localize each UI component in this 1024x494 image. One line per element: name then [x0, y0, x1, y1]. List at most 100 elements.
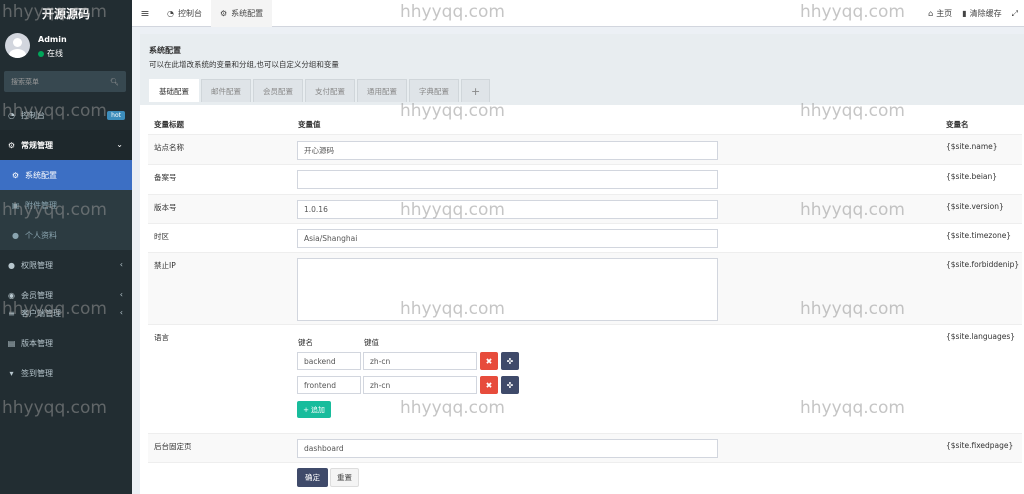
logo[interactable]: 开源源码 [0, 0, 132, 27]
trash-icon: ▮ [962, 9, 967, 18]
tab-payment[interactable]: 支付配置 [305, 79, 355, 102]
page-title: 系统配置 [149, 46, 181, 55]
row-title: 后台固定页 [154, 442, 192, 451]
table-row: 禁止IP {$site.forbiddenip} [148, 252, 1022, 324]
cogs-icon: ⚙ [7, 140, 16, 150]
home-label: 主页 [936, 9, 953, 18]
tab-email[interactable]: 邮件配置 [201, 79, 251, 102]
user-name: Admin [38, 35, 67, 44]
sidebar-item-general[interactable]: ⚙ 常规管理 ⌄ [0, 130, 132, 160]
reset-button[interactable]: 重置 [330, 468, 359, 487]
submit-button[interactable]: 确定 [297, 468, 328, 487]
sidebar-item-label: 签到管理 [21, 368, 53, 378]
user-status-label: 在线 [47, 49, 63, 58]
beian-input[interactable] [297, 170, 718, 189]
sidebar-item-clients[interactable]: ≡ 客户端管理 ‹ [0, 298, 132, 328]
tab-member[interactable]: 会员配置 [253, 79, 303, 102]
tab-label: 系统配置 [231, 8, 264, 18]
sidebar-item-dashboard[interactable]: ◔ 控制台 hot [0, 100, 132, 130]
row-title: 版本号 [154, 203, 177, 212]
sidebar-item-label: 版本管理 [21, 338, 53, 348]
row-title: 时区 [154, 232, 169, 241]
sidebar-item-label: 系统配置 [25, 170, 57, 180]
sidebar-item-system-config[interactable]: ⚙ 系统配置 [0, 160, 132, 190]
file-icon: ▤ [7, 338, 16, 348]
table-row: 备案号 {$site.beian} [148, 164, 1022, 194]
sidebar-item-profile[interactable]: ● 个人资料 [0, 220, 132, 250]
clear-cache-button[interactable]: ▮ 清除缓存 [962, 8, 1001, 19]
drag-icon[interactable]: ✜ [501, 376, 519, 394]
topbar: ≡ ◔ 控制台 ⚙ 系统配置 ⌂ 主页 ▮ 清除缓存 ⤢ [132, 0, 1024, 27]
plus-icon: + [303, 405, 309, 414]
tab-general[interactable]: 通用配置 [357, 79, 407, 102]
row-title: 语言 [154, 333, 169, 342]
header-title: 变量标题 [154, 120, 184, 129]
sidebar-item-label: 客户端管理 [21, 308, 61, 318]
row-var-name: {$site.name} [946, 142, 998, 151]
tab-label: 控制台 [177, 8, 202, 18]
fullscreen-icon[interactable]: ⤢ [1012, 9, 1018, 19]
sidebar-item-permissions[interactable]: ● 权限管理 ‹ [0, 250, 132, 280]
dashboard-icon: ◔ [167, 8, 174, 18]
table-header: 变量标题 变量值 变量名 [148, 112, 1022, 134]
append-button[interactable]: + 追加 [297, 401, 331, 418]
chevron-down-icon: ⌄ [116, 140, 123, 149]
add-tab-button[interactable]: + [461, 79, 491, 102]
remove-icon[interactable]: ✖ [480, 376, 498, 394]
config-tabs: 基础配置 邮件配置 会员配置 支付配置 通用配置 字典配置 + [149, 79, 1015, 102]
forbidden-ip-textarea[interactable] [297, 258, 718, 321]
home-icon: ⌂ [928, 9, 934, 18]
sidebar-item-versions[interactable]: ▤ 版本管理 [0, 328, 132, 358]
timezone-input[interactable]: Asia/Shanghai [297, 229, 718, 248]
user-panel: Admin 在线 [0, 27, 132, 69]
sidebar-item-label: 附件管理 [25, 200, 57, 210]
sidebar-item-label: 常规管理 [21, 140, 53, 150]
sidebar: 开源源码 Admin 在线 搜索菜单 🔍︎ ◔ 控制台 hot ⚙ 常规管理 ⌄… [0, 0, 132, 494]
fixed-page-input[interactable]: dashboard [297, 439, 718, 458]
tab-dashboard[interactable]: ◔ 控制台 [158, 0, 211, 27]
table-row: 后台固定页 dashboard {$site.fixedpage} [148, 433, 1022, 462]
home-link[interactable]: ⌂ 主页 [928, 8, 952, 19]
search-icon[interactable]: 🔍︎ [110, 78, 119, 86]
row-title: 站点名称 [154, 143, 184, 152]
language-key-input[interactable]: backend [297, 352, 361, 370]
key-label: 键名 [298, 338, 313, 347]
row-var-name: {$site.languages} [946, 332, 1016, 341]
append-label: 追加 [310, 405, 325, 414]
menu-search-input[interactable]: 搜索菜单 🔍︎ [4, 71, 126, 92]
remove-icon[interactable]: ✖ [480, 352, 498, 370]
language-key-input[interactable]: frontend [297, 376, 361, 394]
config-table: 变量标题 变量值 变量名 站点名称 开心源码 {$site.name} 备案号 … [148, 112, 1022, 494]
row-var-name: {$site.forbiddenip} [946, 260, 1020, 269]
header-value: 变量值 [298, 120, 321, 129]
sidebar-item-label: 控制台 [21, 110, 45, 120]
sidebar-item-checkin[interactable]: ▾ 签到管理 [0, 358, 132, 388]
row-title: 禁止IP [154, 261, 176, 270]
site-name-input[interactable]: 开心源码 [297, 141, 718, 160]
row-var-name: {$site.timezone} [946, 231, 1012, 240]
config-panel: 系统配置 可以在此增改系统的变量和分组,也可以自定义分组和变量 基础配置 邮件配… [140, 34, 1024, 494]
tab-system-config[interactable]: ⚙ 系统配置 [210, 0, 273, 27]
language-value-input[interactable]: zh-cn [363, 352, 477, 370]
avatar [5, 33, 30, 58]
version-input[interactable]: 1.0.16 [297, 200, 718, 219]
gear-icon: ⚙ [219, 8, 228, 18]
drag-icon[interactable]: ✜ [501, 352, 519, 370]
language-value-input[interactable]: zh-cn [363, 376, 477, 394]
online-dot-icon [38, 50, 44, 57]
sidebar-item-label: 个人资料 [25, 230, 57, 240]
tab-basic[interactable]: 基础配置 [149, 79, 199, 102]
sidebar-item-attachments[interactable]: ▣ 附件管理 [0, 190, 132, 220]
topbar-actions: ⌂ 主页 ▮ 清除缓存 ⤢ [928, 0, 1024, 27]
dashboard-icon: ◔ [8, 110, 15, 120]
user-icon: ● [12, 230, 19, 240]
header-name: 变量名 [946, 120, 969, 129]
chevron-left-icon: ‹ [119, 308, 123, 317]
sidebar-menu: ◔ 控制台 hot ⚙ 常规管理 ⌄ ⚙ 系统配置 ▣ 附件管理 ● 个人资料 … [0, 100, 132, 388]
tab-dictionary[interactable]: 字典配置 [409, 79, 459, 102]
menu-toggle-icon[interactable]: ≡ [132, 7, 158, 20]
hot-badge: hot [107, 111, 125, 120]
row-var-name: {$site.fixedpage} [946, 441, 1014, 450]
page-description: 可以在此增改系统的变量和分组,也可以自定义分组和变量 [149, 60, 339, 69]
table-row: 站点名称 开心源码 {$site.name} [148, 134, 1022, 164]
